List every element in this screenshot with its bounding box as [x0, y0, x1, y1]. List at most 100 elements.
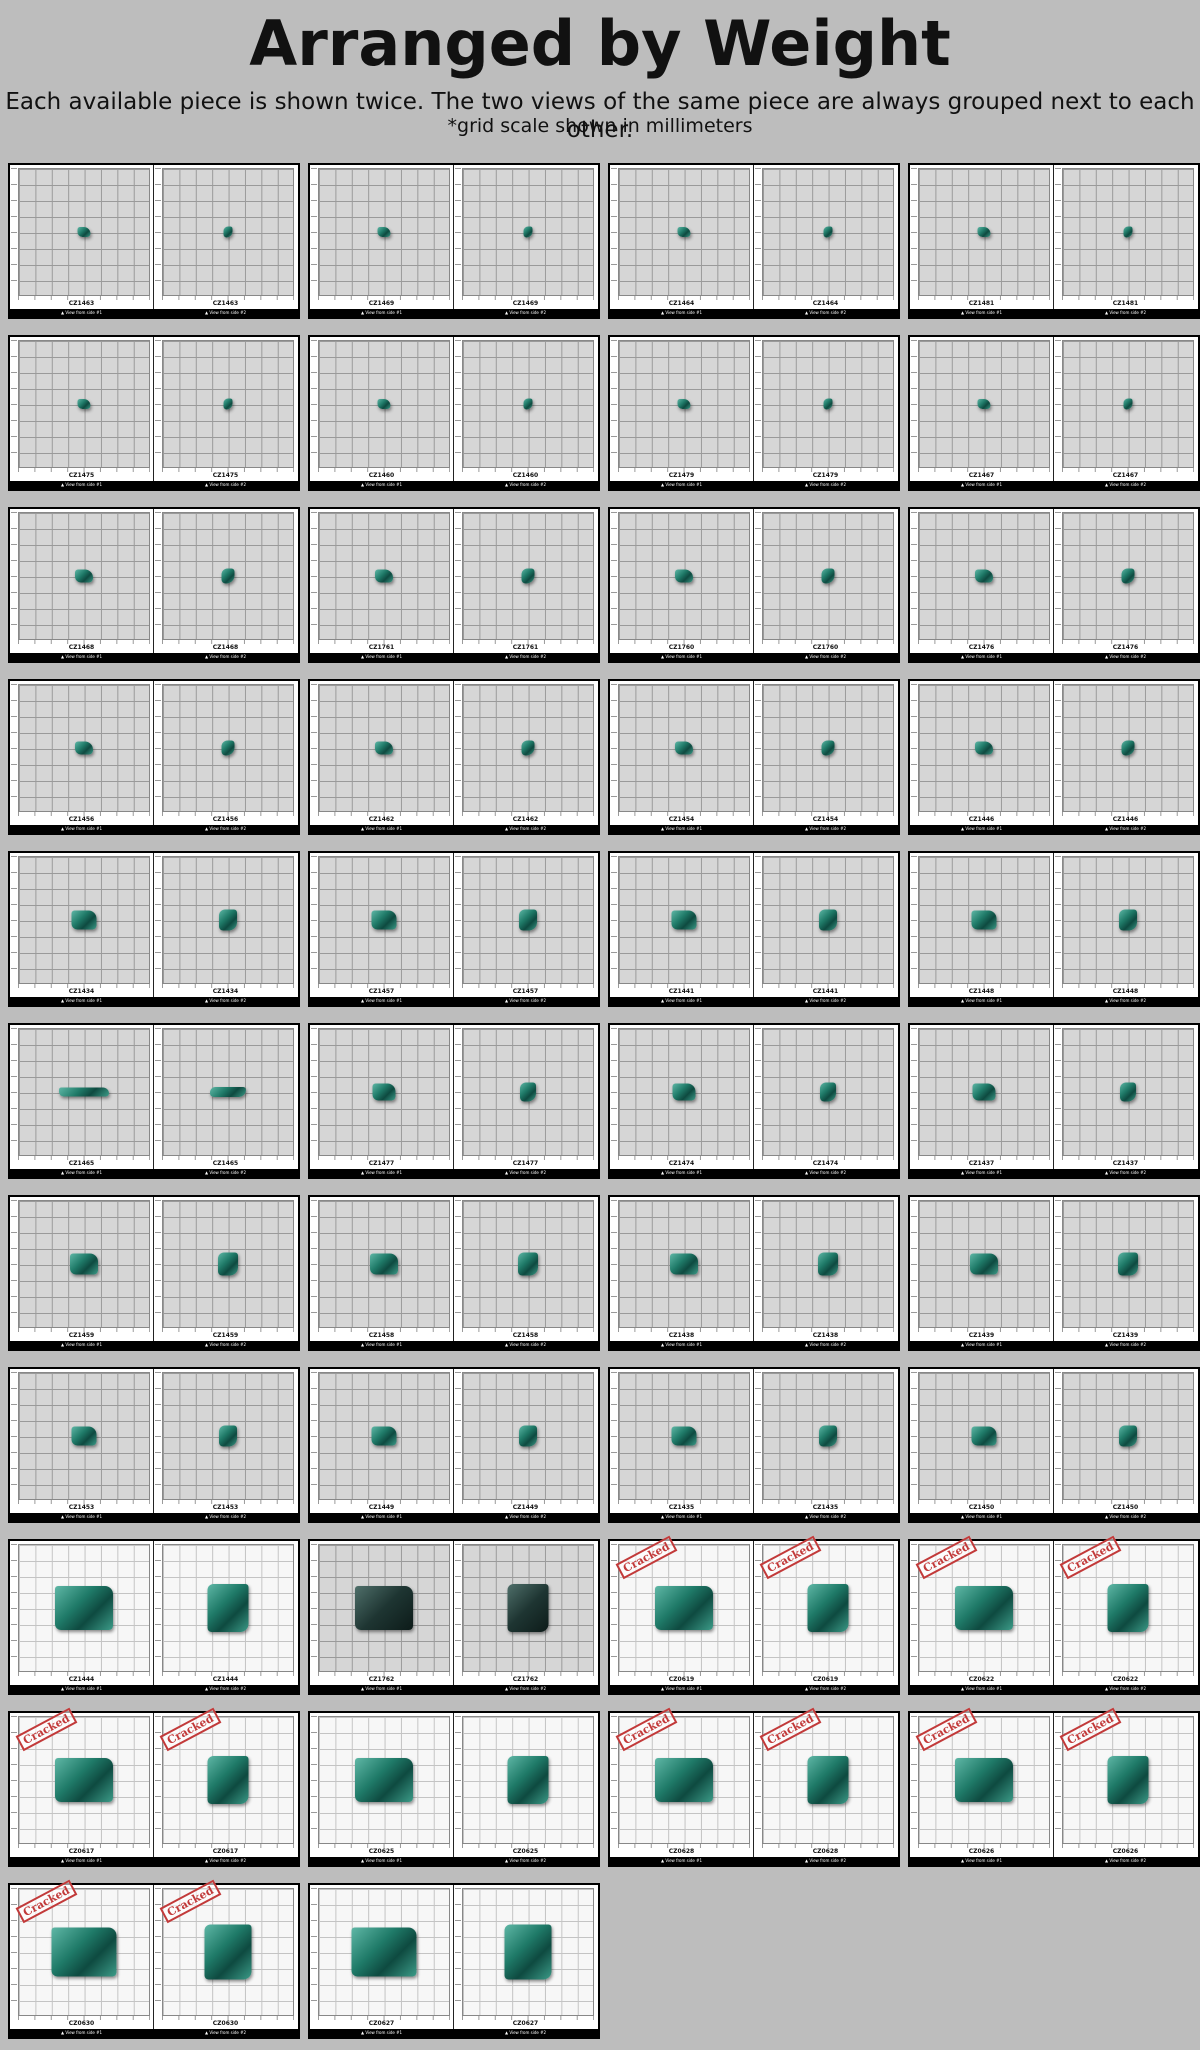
- view-side-2[interactable]: CZ1479: [753, 337, 896, 481]
- piece-card[interactable]: CZ1462 CZ1462 ▲ View from side #1 ▲ View fr…: [308, 679, 600, 835]
- piece-card[interactable]: Cracked CZ0626 Cracked CZ0626 ▲ View from si…: [908, 1707, 1200, 1867]
- view-side-1[interactable]: CZ1460: [310, 337, 453, 481]
- view-side-1[interactable]: CZ1469: [310, 165, 453, 309]
- view-side-2[interactable]: Cracked CZ0628: [753, 1707, 896, 1857]
- piece-card[interactable]: CZ1449 CZ1449 ▲ View from side #1 ▲ View fr…: [308, 1367, 600, 1523]
- piece-card[interactable]: CZ1441 CZ1441 ▲ View from side #1 ▲ View fr…: [608, 851, 900, 1007]
- view-side-1[interactable]: CZ1439: [910, 1197, 1053, 1341]
- view-side-1[interactable]: CZ1474: [610, 1025, 753, 1169]
- view-side-2[interactable]: CZ1444: [153, 1541, 296, 1685]
- piece-card[interactable]: CZ1446 CZ1446 ▲ View from side #1 ▲ View fr…: [908, 679, 1200, 835]
- piece-card[interactable]: CZ1437 CZ1437 ▲ View from side #1 ▲ View fr…: [908, 1023, 1200, 1179]
- piece-card[interactable]: CZ1460 CZ1460 ▲ View from side #1 ▲ View fr…: [308, 335, 600, 491]
- view-side-1[interactable]: CZ1761: [310, 509, 453, 653]
- view-side-1[interactable]: CZ1762: [310, 1541, 453, 1685]
- view-side-2[interactable]: CZ1459: [153, 1197, 296, 1341]
- view-side-2[interactable]: Cracked CZ0619: [753, 1535, 896, 1685]
- piece-card[interactable]: CZ1463 CZ1463 ▲ View from side #1 ▲ View fr…: [8, 163, 300, 319]
- view-side-2[interactable]: CZ1437: [1053, 1025, 1196, 1169]
- piece-card[interactable]: CZ1468 CZ1468 ▲ View from side #1 ▲ View fr…: [8, 507, 300, 663]
- piece-card[interactable]: CZ1444 CZ1444 ▲ View from side #1 ▲ View fr…: [8, 1539, 300, 1695]
- view-side-1[interactable]: CZ1476: [910, 509, 1053, 653]
- view-side-2[interactable]: CZ1441: [753, 853, 896, 997]
- view-side-2[interactable]: CZ1458: [453, 1197, 596, 1341]
- piece-card[interactable]: CZ1450 CZ1450 ▲ View from side #1 ▲ View fr…: [908, 1367, 1200, 1523]
- view-side-2[interactable]: Cracked CZ0630: [153, 1879, 296, 2029]
- piece-card[interactable]: CZ1457 CZ1457 ▲ View from side #1 ▲ View fr…: [308, 851, 600, 1007]
- view-side-2[interactable]: CZ1450: [1053, 1369, 1196, 1513]
- view-side-2[interactable]: CZ1468: [153, 509, 296, 653]
- view-side-2[interactable]: CZ1449: [453, 1369, 596, 1513]
- view-side-1[interactable]: CZ1468: [10, 509, 153, 653]
- piece-card[interactable]: CZ1474 CZ1474 ▲ View from side #1 ▲ View fr…: [608, 1023, 900, 1179]
- piece-card[interactable]: CZ1761 CZ1761 ▲ View from side #1 ▲ View fr…: [308, 507, 600, 663]
- view-side-1[interactable]: CZ1462: [310, 681, 453, 825]
- view-side-2[interactable]: CZ1460: [453, 337, 596, 481]
- view-side-2[interactable]: CZ1454: [753, 681, 896, 825]
- view-side-2[interactable]: CZ1481: [1053, 165, 1196, 309]
- view-side-1[interactable]: Cracked CZ0630: [10, 1879, 153, 2029]
- piece-card[interactable]: CZ1458 CZ1458 ▲ View from side #1 ▲ View fr…: [308, 1195, 600, 1351]
- view-side-1[interactable]: CZ1475: [10, 337, 153, 481]
- view-side-1[interactable]: CZ1454: [610, 681, 753, 825]
- view-side-1[interactable]: CZ1760: [610, 509, 753, 653]
- piece-card[interactable]: CZ1448 CZ1448 ▲ View from side #1 ▲ View fr…: [908, 851, 1200, 1007]
- piece-card[interactable]: CZ1454 CZ1454 ▲ View from side #1 ▲ View fr…: [608, 679, 900, 835]
- view-side-1[interactable]: CZ1467: [910, 337, 1053, 481]
- piece-card[interactable]: CZ1435 CZ1435 ▲ View from side #1 ▲ View fr…: [608, 1367, 900, 1523]
- view-side-1[interactable]: Cracked CZ0617: [10, 1707, 153, 1857]
- view-side-1[interactable]: CZ1441: [610, 853, 753, 997]
- view-side-2[interactable]: CZ1457: [453, 853, 596, 997]
- view-side-2[interactable]: CZ1477: [453, 1025, 596, 1169]
- view-side-2[interactable]: CZ1474: [753, 1025, 896, 1169]
- view-side-2[interactable]: CZ0627: [453, 1885, 596, 2029]
- view-side-1[interactable]: CZ1465: [10, 1025, 153, 1169]
- piece-card[interactable]: Cracked CZ0622 Cracked CZ0622 ▲ View from si…: [908, 1535, 1200, 1695]
- view-side-1[interactable]: Cracked CZ0628: [610, 1707, 753, 1857]
- view-side-1[interactable]: CZ1434: [10, 853, 153, 997]
- view-side-1[interactable]: CZ1479: [610, 337, 753, 481]
- view-side-2[interactable]: CZ1434: [153, 853, 296, 997]
- view-side-1[interactable]: CZ1437: [910, 1025, 1053, 1169]
- view-side-1[interactable]: CZ1450: [910, 1369, 1053, 1513]
- view-side-1[interactable]: CZ1477: [310, 1025, 453, 1169]
- view-side-1[interactable]: CZ0625: [310, 1713, 453, 1857]
- view-side-1[interactable]: CZ1457: [310, 853, 453, 997]
- view-side-1[interactable]: CZ1444: [10, 1541, 153, 1685]
- view-side-1[interactable]: CZ1464: [610, 165, 753, 309]
- view-side-2[interactable]: CZ1438: [753, 1197, 896, 1341]
- view-side-1[interactable]: CZ1459: [10, 1197, 153, 1341]
- view-side-1[interactable]: CZ1481: [910, 165, 1053, 309]
- view-side-2[interactable]: CZ1435: [753, 1369, 896, 1513]
- view-side-2[interactable]: CZ1463: [153, 165, 296, 309]
- piece-card[interactable]: Cracked CZ0619 Cracked CZ0619 ▲ View from si…: [608, 1535, 900, 1695]
- piece-card[interactable]: CZ1438 CZ1438 ▲ View from side #1 ▲ View fr…: [608, 1195, 900, 1351]
- view-side-1[interactable]: Cracked CZ0622: [910, 1535, 1053, 1685]
- view-side-2[interactable]: CZ1456: [153, 681, 296, 825]
- piece-card[interactable]: CZ1434 CZ1434 ▲ View from side #1 ▲ View fr…: [8, 851, 300, 1007]
- view-side-2[interactable]: CZ1465: [153, 1025, 296, 1169]
- view-side-1[interactable]: CZ1446: [910, 681, 1053, 825]
- view-side-1[interactable]: CZ1453: [10, 1369, 153, 1513]
- view-side-1[interactable]: CZ1448: [910, 853, 1053, 997]
- view-side-2[interactable]: Cracked CZ0617: [153, 1707, 296, 1857]
- view-side-2[interactable]: CZ1448: [1053, 853, 1196, 997]
- view-side-1[interactable]: CZ1438: [610, 1197, 753, 1341]
- piece-card[interactable]: CZ0627 CZ0627 ▲ View from side #1 ▲ View fr…: [308, 1883, 600, 2039]
- view-side-2[interactable]: CZ1475: [153, 337, 296, 481]
- piece-card[interactable]: CZ1439 CZ1439 ▲ View from side #1 ▲ View fr…: [908, 1195, 1200, 1351]
- piece-card[interactable]: CZ1469 CZ1469 ▲ View from side #1 ▲ View fr…: [308, 163, 600, 319]
- piece-card[interactable]: CZ1475 CZ1475 ▲ View from side #1 ▲ View fr…: [8, 335, 300, 491]
- view-side-2[interactable]: CZ1762: [453, 1541, 596, 1685]
- view-side-1[interactable]: CZ1456: [10, 681, 153, 825]
- view-side-2[interactable]: CZ1462: [453, 681, 596, 825]
- piece-card[interactable]: Cracked CZ0617 Cracked CZ0617 ▲ View from si…: [8, 1707, 300, 1867]
- view-side-2[interactable]: CZ1439: [1053, 1197, 1196, 1341]
- piece-card[interactable]: CZ1459 CZ1459 ▲ View from side #1 ▲ View fr…: [8, 1195, 300, 1351]
- view-side-1[interactable]: CZ1463: [10, 165, 153, 309]
- view-side-1[interactable]: CZ1435: [610, 1369, 753, 1513]
- view-side-1[interactable]: CZ1449: [310, 1369, 453, 1513]
- piece-card[interactable]: CZ1476 CZ1476 ▲ View from side #1 ▲ View fr…: [908, 507, 1200, 663]
- piece-card[interactable]: CZ1453 CZ1453 ▲ View from side #1 ▲ View fr…: [8, 1367, 300, 1523]
- piece-card[interactable]: Cracked CZ0628 Cracked CZ0628 ▲ View from si…: [608, 1707, 900, 1867]
